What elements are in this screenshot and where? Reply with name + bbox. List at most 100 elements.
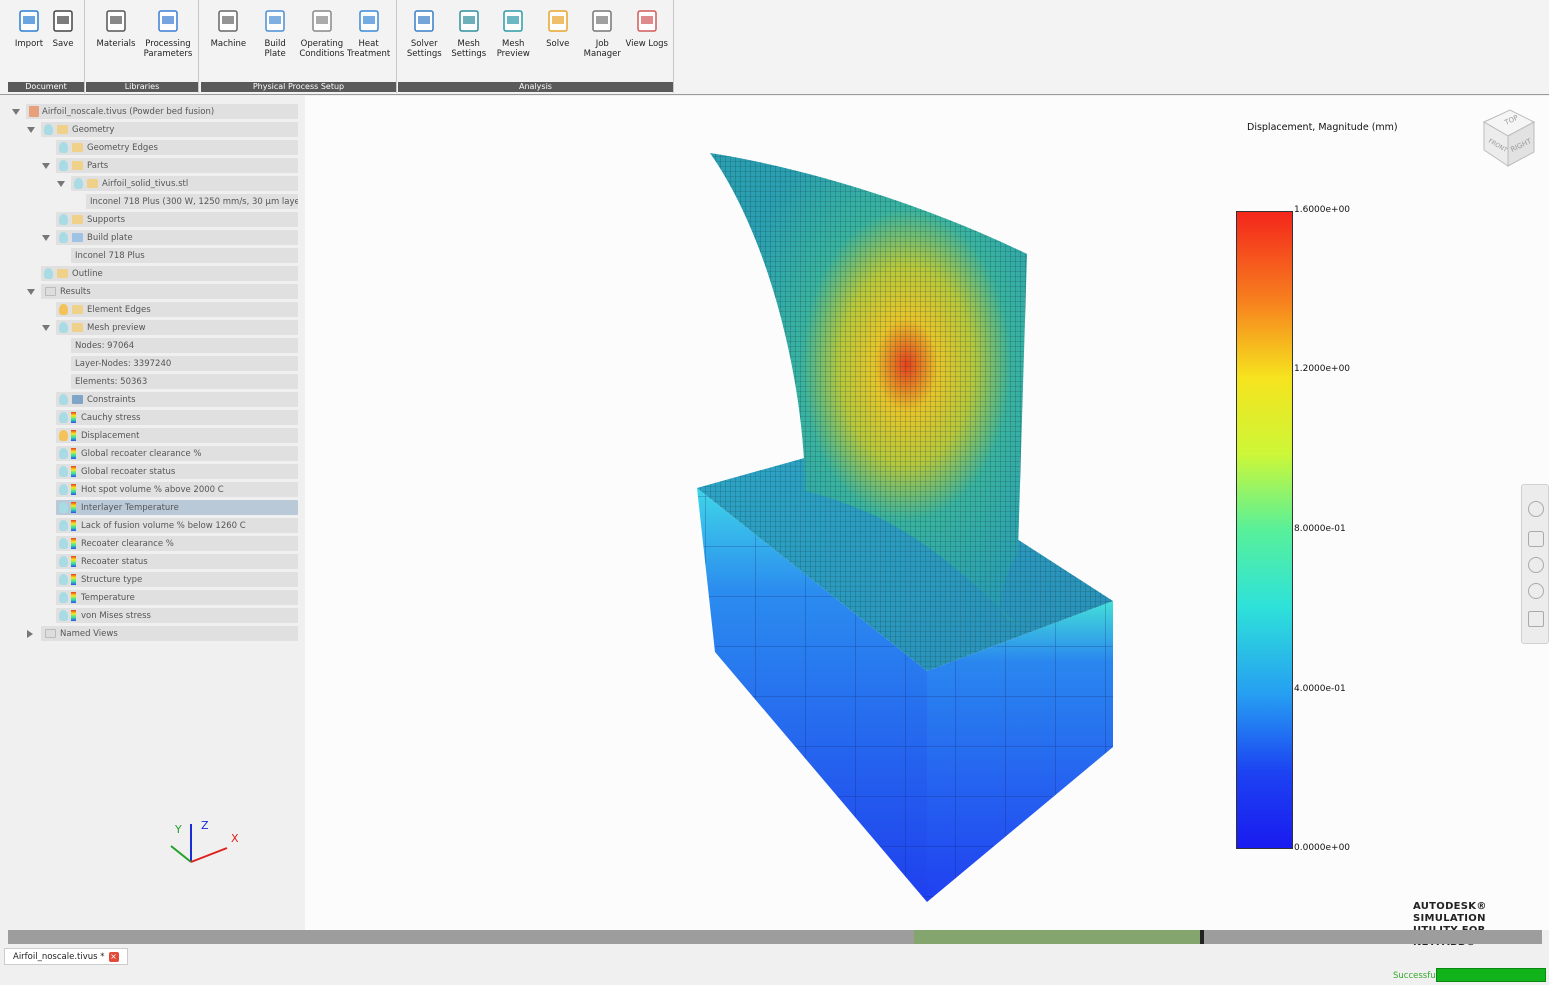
tree-item[interactable]: Geometry	[41, 122, 298, 137]
visibility-bulb-icon[interactable]	[59, 610, 68, 621]
visibility-bulb-icon[interactable]	[59, 556, 68, 567]
axis-triad-overlay: Z Y X	[165, 818, 245, 868]
materials-button[interactable]: Materials	[92, 6, 140, 59]
visibility-bulb-icon[interactable]	[59, 322, 68, 333]
fit-view-icon[interactable]	[1528, 611, 1544, 627]
progress-marker[interactable]	[1200, 930, 1204, 944]
job-manager-button[interactable]: Job Manager	[580, 6, 625, 59]
tree-item-label: Build plate	[87, 232, 133, 243]
visibility-bulb-icon[interactable]	[59, 466, 68, 477]
tree-item[interactable]: Recoater clearance %	[56, 536, 298, 551]
tree-item[interactable]: Constraints	[56, 392, 298, 407]
tree-item[interactable]: Outline	[41, 266, 298, 281]
collapse-arrow-icon[interactable]	[27, 127, 35, 133]
orbit-icon[interactable]	[1528, 501, 1544, 517]
tree-item-label: Parts	[87, 160, 109, 171]
visibility-bulb-icon[interactable]	[59, 430, 68, 441]
collapse-arrow-icon[interactable]	[42, 235, 50, 241]
tree-item[interactable]: Displacement	[56, 428, 298, 443]
status-progress-bar	[1436, 968, 1546, 982]
tree-item[interactable]: Recoater status	[56, 554, 298, 569]
visibility-bulb-icon[interactable]	[74, 178, 83, 189]
build-plate-button[interactable]: Build Plate	[252, 6, 299, 59]
machine-button[interactable]: Machine	[205, 6, 252, 59]
zoom-icon[interactable]	[1528, 557, 1544, 573]
tree-item[interactable]: Named Views	[41, 626, 298, 641]
tree-item[interactable]: Global recoater status	[56, 464, 298, 479]
3d-viewport[interactable]	[305, 96, 1549, 930]
visibility-bulb-icon[interactable]	[59, 394, 68, 405]
collapse-arrow-icon[interactable]	[42, 325, 50, 331]
tree-item[interactable]: Inconel 718 Plus (300 W, 1250 mm/s, 30 µ…	[86, 194, 298, 209]
look-icon[interactable]	[1528, 583, 1544, 599]
visibility-bulb-icon[interactable]	[59, 592, 68, 603]
tree-item[interactable]: Supports	[56, 212, 298, 227]
heat-treatment-icon	[356, 6, 382, 36]
import-button[interactable]: Import	[12, 6, 46, 49]
visibility-bulb-icon[interactable]	[59, 538, 68, 549]
solver-settings-button[interactable]: Solver Settings	[402, 6, 447, 59]
ribbon-button-label: Job Manager	[583, 39, 621, 59]
tree-item[interactable]: Element Edges	[56, 302, 298, 317]
visibility-bulb-icon[interactable]	[59, 484, 68, 495]
solve-button[interactable]: Solve	[536, 6, 581, 59]
expand-arrow-icon[interactable]	[27, 630, 33, 638]
processing-parameters-button[interactable]: Processing Parameters	[144, 6, 192, 59]
visibility-bulb-icon[interactable]	[59, 502, 68, 513]
visibility-bulb-icon[interactable]	[44, 268, 53, 279]
collapse-arrow-icon[interactable]	[27, 289, 35, 295]
tree-item[interactable]: Layer-Nodes: 3397240	[71, 356, 298, 371]
view-cube[interactable]: TOP FRONT RIGHT	[1476, 104, 1540, 177]
close-icon[interactable]: ×	[108, 951, 119, 962]
tree-item[interactable]: Global recoater clearance %	[56, 446, 298, 461]
tree-item[interactable]: Parts	[56, 158, 298, 173]
tree-item[interactable]: Hot spot volume % above 2000 C	[56, 482, 298, 497]
legend-tick-max: 1.6000e+00	[1294, 205, 1351, 215]
tree-item[interactable]: Results	[41, 284, 298, 299]
visibility-bulb-icon[interactable]	[59, 142, 68, 153]
tree-item[interactable]: Cauchy stress	[56, 410, 298, 425]
tree-item[interactable]: Inconel 718 Plus	[71, 248, 298, 263]
view-logs-icon	[634, 6, 660, 36]
tree-item[interactable]: Interlayer Temperature	[56, 500, 298, 515]
visibility-bulb-icon[interactable]	[59, 232, 68, 243]
save-button[interactable]: Save	[46, 6, 80, 49]
tree-item-label: Interlayer Temperature	[81, 502, 179, 513]
visibility-bulb-icon[interactable]	[59, 160, 68, 171]
view-logs-button[interactable]: View Logs	[625, 6, 670, 59]
ribbon-button-label: Save	[52, 39, 74, 49]
visibility-bulb-icon[interactable]	[59, 304, 68, 315]
tree-item[interactable]: Structure type	[56, 572, 298, 587]
tree-item[interactable]: Geometry Edges	[56, 140, 298, 155]
tree-item[interactable]: Temperature	[56, 590, 298, 605]
visibility-bulb-icon[interactable]	[59, 214, 68, 225]
tree-item[interactable]: Build plate	[56, 230, 298, 245]
document-tab[interactable]: Airfoil_noscale.tivus * ×	[4, 948, 128, 965]
tree-item[interactable]: Airfoil_noscale.tivus (Powder bed fusion…	[26, 104, 298, 119]
operating-conditions-button[interactable]: Operating Conditions	[299, 6, 346, 59]
visibility-bulb-icon[interactable]	[59, 412, 68, 423]
tree-item[interactable]: Mesh preview	[56, 320, 298, 335]
tree-item[interactable]: von Mises stress	[56, 608, 298, 623]
collapse-arrow-icon[interactable]	[57, 181, 65, 187]
tree-item-label: Airfoil_solid_tivus.stl	[102, 178, 189, 189]
tree-item[interactable]: Nodes: 97064	[71, 338, 298, 353]
folder-icon	[45, 287, 56, 296]
visibility-bulb-icon[interactable]	[59, 574, 68, 585]
mesh-settings-button[interactable]: Mesh Settings	[447, 6, 492, 59]
save-icon	[50, 6, 76, 36]
collapse-arrow-icon[interactable]	[12, 109, 20, 115]
tree-item[interactable]: Airfoil_solid_tivus.stl	[71, 176, 298, 191]
tree-item[interactable]: Elements: 50363	[71, 374, 298, 389]
heat-treatment-button[interactable]: Heat Treatment	[345, 6, 392, 59]
tree-item-label: Temperature	[81, 592, 135, 603]
pan-hand-icon[interactable]	[1528, 531, 1544, 547]
collapse-arrow-icon[interactable]	[42, 163, 50, 169]
result-legend-icon	[71, 484, 76, 495]
tree-item[interactable]: Lack of fusion volume % below 1260 C	[56, 518, 298, 533]
visibility-bulb-icon[interactable]	[44, 124, 53, 135]
mesh-model[interactable]	[305, 96, 1549, 930]
visibility-bulb-icon[interactable]	[59, 448, 68, 459]
mesh-preview-button[interactable]: Mesh Preview	[491, 6, 536, 59]
visibility-bulb-icon[interactable]	[59, 520, 68, 531]
